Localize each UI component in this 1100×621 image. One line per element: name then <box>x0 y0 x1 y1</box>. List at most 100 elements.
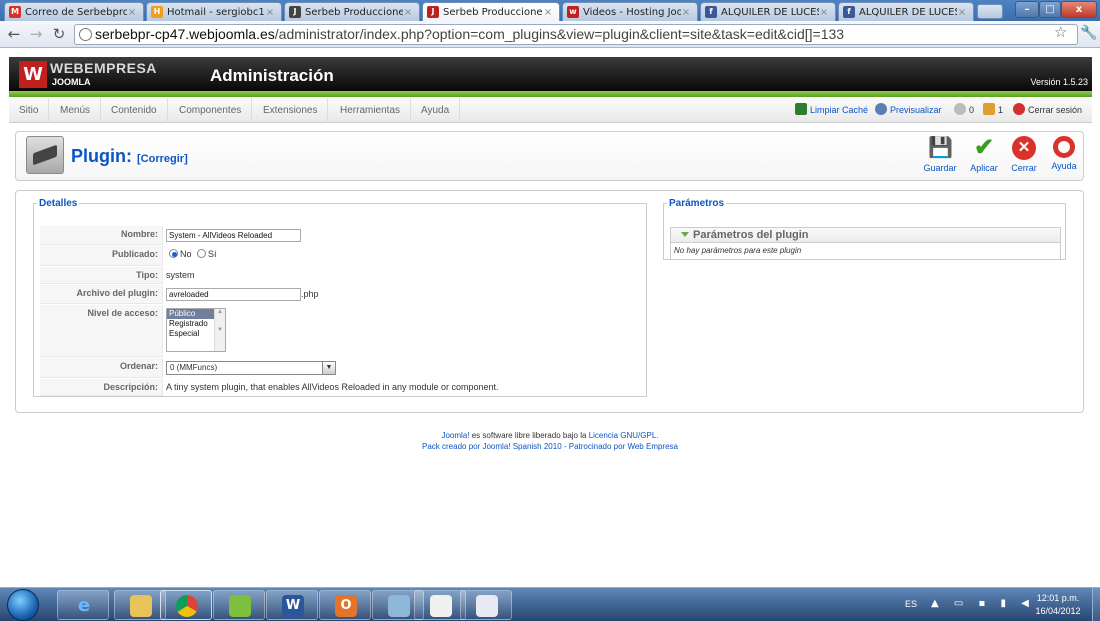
access-option-registrado[interactable]: Registrado <box>167 319 215 329</box>
menu-componentes[interactable]: Componentes <box>169 98 253 123</box>
name-input[interactable]: System - AllVideos Reloaded <box>166 229 301 242</box>
windows-start-icon[interactable] <box>7 589 39 621</box>
page-toolbar: Plugin: [Corregir] 💾 Guardar ✔ Aplicar ✕… <box>15 131 1084 181</box>
messages-count[interactable]: 0 <box>954 98 974 123</box>
menu-extensiones[interactable]: Extensiones <box>253 98 329 123</box>
address-bar[interactable]: serbebpr-cp47.webjoomla.es/administrator… <box>74 24 1078 45</box>
help-button[interactable]: Ayuda <box>1043 136 1085 171</box>
footer-line-1: Joomla! es software libre liberado bajo … <box>0 430 1100 441</box>
browser-tab-gmail[interactable]: M Correo de Serbebprodu × <box>4 2 144 21</box>
apply-button[interactable]: ✔ Aplicar <box>963 136 1005 174</box>
taskbar-explorer[interactable] <box>114 590 166 620</box>
gmail-icon: M <box>9 6 21 18</box>
language-indicator[interactable]: ES <box>905 599 917 609</box>
save-button[interactable]: 💾 Guardar <box>919 136 961 173</box>
help-label: Ayuda <box>1051 161 1077 171</box>
menu-herramientas[interactable]: Herramientas <box>330 98 412 123</box>
forward-arrow-icon[interactable]: → <box>27 25 45 43</box>
joomla-link[interactable]: Joomla! <box>441 431 469 440</box>
close-button[interactable]: ✕ Cerrar <box>1003 136 1045 173</box>
window-close-button[interactable]: x <box>1061 1 1097 18</box>
browser-tab-serbeb[interactable]: J Serbeb Producciones × <box>284 2 420 21</box>
close-icon[interactable]: × <box>543 7 553 18</box>
access-listbox[interactable]: Público Registrado Especial ▲ ▼ <box>166 308 226 352</box>
preview-icon <box>875 103 887 115</box>
clear-cache-label: Limpiar Caché <box>810 105 869 115</box>
taskbar-word[interactable]: W <box>266 590 318 620</box>
published-yes-radio[interactable] <box>197 249 207 258</box>
close-icon[interactable]: × <box>957 7 967 18</box>
messages-icon <box>954 103 966 115</box>
maximize-button[interactable]: □ <box>1039 1 1061 18</box>
header-accent-bar <box>9 91 1092 97</box>
taskbar-ie[interactable]: e <box>57 590 109 620</box>
license-link[interactable]: Licencia GNU/GPL. <box>589 431 659 440</box>
close-icon[interactable]: × <box>265 7 275 18</box>
back-arrow-icon[interactable]: ← <box>5 25 23 43</box>
outlook-icon: O <box>335 595 357 617</box>
clock-time[interactable]: 12:01 p.m. <box>1031 593 1085 603</box>
listbox-scrollbar[interactable]: ▲ ▼ <box>214 309 225 351</box>
order-select[interactable]: 0 (MMFuncs) ▼ <box>166 361 336 375</box>
published-label: Publicado: <box>40 246 163 266</box>
users-count[interactable]: 1 <box>983 98 1003 123</box>
credits-link[interactable]: Pack creado por Joomla! Spanish 2010 - P… <box>422 442 678 451</box>
params-panel-toggle[interactable]: Parámetros del plugin <box>670 227 1061 243</box>
published-yes-label: Sí <box>208 249 217 259</box>
details-table: Nombre: System - AllVideos Reloaded Publ… <box>40 225 637 397</box>
paint-icon <box>476 595 498 617</box>
browser-tab-facebook-1[interactable]: f ALQUILER DE LUCES Y × <box>700 2 836 21</box>
apply-label: Aplicar <box>970 163 998 173</box>
type-label: Tipo: <box>40 267 163 284</box>
new-tab-button[interactable] <box>977 4 1003 19</box>
show-desktop-button[interactable] <box>1092 588 1100 621</box>
tab-title: Videos - Hosting Jooml <box>583 6 681 18</box>
close-icon[interactable]: × <box>681 7 691 18</box>
menu-ayuda[interactable]: Ayuda <box>411 98 461 123</box>
taskbar-paint[interactable] <box>460 590 512 620</box>
params-legend: Parámetros <box>669 198 725 209</box>
main-content: Detalles Nombre: System - AllVideos Relo… <box>15 190 1084 413</box>
row-order: Ordenar: 0 (MMFuncs) ▼ <box>40 358 637 378</box>
access-option-publico[interactable]: Público <box>167 309 215 319</box>
menu-menus[interactable]: Menús <box>50 98 102 123</box>
clock-date[interactable]: 16/04/2012 <box>1031 606 1085 616</box>
facebook-icon: f <box>843 6 855 18</box>
published-no-label: No <box>180 249 192 259</box>
close-icon[interactable]: × <box>819 7 829 18</box>
reload-icon[interactable]: ↻ <box>50 25 68 43</box>
close-icon[interactable]: × <box>127 7 137 18</box>
admin-header: W WEBEMPRESA JOOMLA Administración Versi… <box>9 57 1092 91</box>
browser-tab-active[interactable]: J Serbeb Producciones - × <box>422 2 560 21</box>
logout-link[interactable]: Cerrar sesión <box>1013 98 1082 123</box>
system-tray: ES ▲ ▭ ▪ ▮ ◀ 12:01 p.m. 16/04/2012 <box>895 588 1100 621</box>
order-value: 0 (MMFuncs) <box>170 363 218 372</box>
clear-cache-link[interactable]: Limpiar Caché <box>795 98 868 123</box>
menu-contenido[interactable]: Contenido <box>101 98 168 123</box>
browser-tab-hotmail[interactable]: H Hotmail - sergiobc19@ × <box>146 2 282 21</box>
file-label: Archivo del plugin: <box>40 285 163 304</box>
row-name: Nombre: System - AllVideos Reloaded <box>40 226 637 245</box>
tray-icons[interactable]: ▲ ▭ ▪ ▮ ◀ <box>931 598 1035 609</box>
plugin-icon <box>26 136 64 174</box>
brand-subtitle: JOOMLA <box>52 77 91 87</box>
preview-link[interactable]: Previsualizar <box>875 98 942 123</box>
file-input[interactable]: avreloaded <box>166 288 301 301</box>
close-icon[interactable]: × <box>403 7 413 18</box>
published-no-radio[interactable] <box>169 249 178 258</box>
triangle-down-icon <box>681 232 689 237</box>
bookmark-star-icon[interactable]: ☆ <box>1054 23 1067 41</box>
access-option-especial[interactable]: Especial <box>167 329 215 339</box>
page-footer: Joomla! es software libre liberado bajo … <box>0 430 1100 452</box>
browser-tab-videos[interactable]: w Videos - Hosting Jooml × <box>562 2 698 21</box>
params-empty-text: No hay parámetros para este plugin <box>670 243 1061 260</box>
wrench-icon[interactable]: 🔧 <box>1080 25 1097 41</box>
taskbar-chrome[interactable] <box>160 590 212 620</box>
browser-tab-facebook-2[interactable]: f ALQUILER DE LUCES Y × <box>838 2 974 21</box>
taskbar-notepad[interactable] <box>414 590 466 620</box>
taskbar-app[interactable] <box>213 590 265 620</box>
lifebuoy-icon <box>1053 136 1075 158</box>
menu-sitio[interactable]: Sitio <box>9 98 50 123</box>
taskbar-outlook[interactable]: O <box>319 590 371 620</box>
minimize-button[interactable]: – <box>1015 1 1039 18</box>
